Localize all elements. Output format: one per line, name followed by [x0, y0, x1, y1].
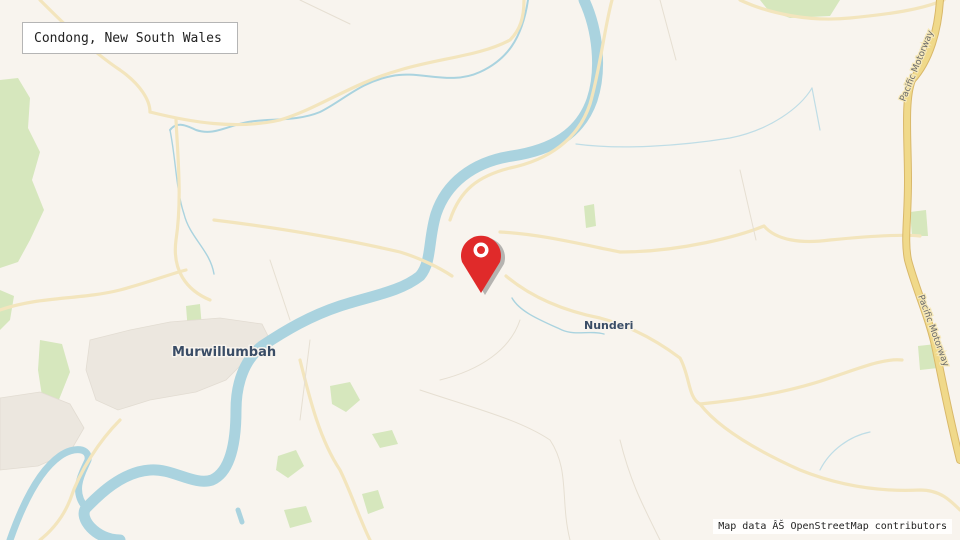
road-river-north-2: [448, 0, 614, 222]
map-pin-dot: [477, 246, 485, 254]
track-5: [739, 169, 757, 241]
location-title: Condong, New South Wales: [34, 30, 222, 46]
track-3: [419, 389, 571, 540]
forest-patch-south-5: [284, 506, 312, 528]
place-label-murwillumbah: Murwillumbah: [172, 345, 276, 360]
forest-patch-south-1: [330, 382, 360, 412]
map-viewport[interactable]: Pacific Motorway Pacific Motorway Murwil…: [0, 0, 960, 540]
road-nunderi-east: [504, 274, 904, 406]
forest-patch-south-2: [372, 430, 398, 448]
tracks: [269, 0, 757, 540]
track-8: [299, 339, 311, 421]
rous-river: [169, 0, 529, 133]
track-6: [659, 0, 677, 61]
road-north-west: [38, 0, 152, 114]
road-label-pacific-motorway-north: Pacific Motorway: [899, 29, 937, 104]
forest-patch-northeast-top: [760, 0, 840, 18]
urban-block-west: [0, 391, 85, 471]
forest-patch-northeast: [584, 204, 596, 228]
forest-patch-south-3: [276, 450, 304, 478]
track-2: [269, 259, 291, 321]
place-label-nunderi: Nunderi: [584, 319, 633, 332]
pond-south: [235, 507, 245, 525]
tweed-river-main: [78, 0, 604, 540]
forest-patch-west: [0, 78, 44, 268]
road-south-east: [698, 402, 960, 512]
road-murwillumbah-west: [0, 268, 188, 312]
creek-north-east: [575, 87, 813, 148]
forest-patch-south-4: [362, 490, 384, 514]
attribution-text: Map data ÂŠ OpenStreetMap contributors: [718, 521, 947, 532]
road-condong-east: [498, 224, 922, 254]
creek-south-east: [819, 431, 871, 471]
track-4: [619, 439, 661, 540]
map-pin-icon[interactable]: [454, 226, 508, 298]
track-1: [299, 0, 351, 25]
location-title-box: Condong, New South Wales: [22, 22, 238, 54]
creek-far-east: [811, 87, 821, 131]
map-attribution: Map data ÂŠ OpenStreetMap contributors: [713, 519, 952, 534]
road-river-north: [148, 0, 526, 127]
forest-patch-motorway-1: [910, 210, 928, 236]
road-west-east: [212, 218, 454, 278]
track-7: [439, 319, 521, 381]
